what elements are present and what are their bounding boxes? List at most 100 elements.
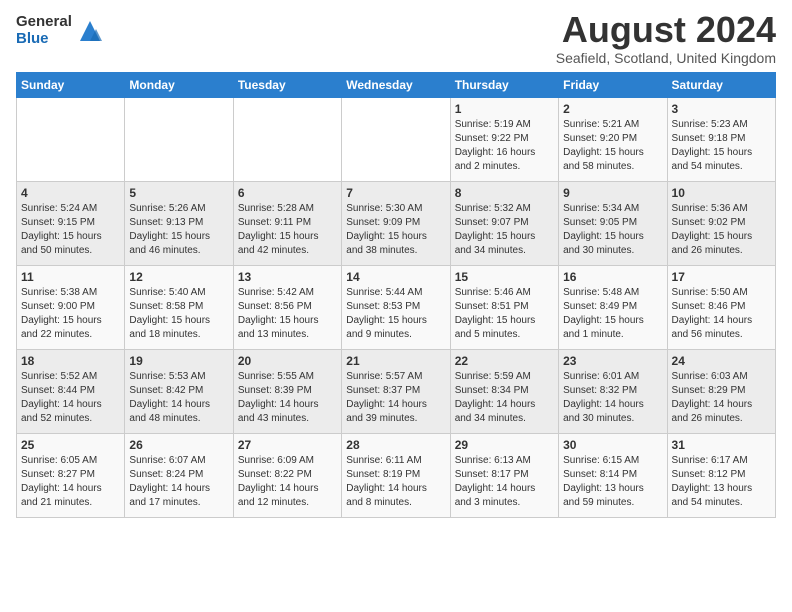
day-number: 19 [129,354,228,368]
calendar-cell: 30 Sunrise: 6:15 AMSunset: 8:14 PMDayligh… [559,433,667,517]
calendar-cell: 13Sunrise: 5:42 AMSunset: 8:56 PMDayligh… [233,265,341,349]
day-info: Sunrise: 6:03 AMSunset: 8:29 PMDaylight:… [672,370,771,426]
day-info: Sunrise: 5:38 AMSunset: 9:00 PMDaylight:… [21,286,120,342]
day-info: Sunrise: 5:28 AMSunset: 9:11 PMDaylight:… [238,202,337,258]
day-info: Sunrise: 5:50 AMSunset: 8:46 PMDaylight:… [672,286,771,342]
day-info: Sunrise: 5:52 AMSunset: 8:44 PMDaylight:… [21,370,120,426]
day-info: Sunrise: 6:15 AMSunset: 8:14 PMDaylight:… [563,454,662,510]
day-number: 28 [346,438,445,452]
day-number: 21 [346,354,445,368]
day-number: 6 [238,186,337,200]
calendar-cell: 22 Sunrise: 5:59 AMSunset: 8:34 PMDayligh… [450,349,558,433]
logo: General Blue [16,14,104,47]
logo-general: General [16,14,72,31]
day-info: Sunrise: 5:24 AMSunset: 9:15 PMDaylight:… [21,202,120,258]
logo-blue: Blue [16,31,72,48]
day-number: 20 [238,354,337,368]
day-number: 15 [455,270,554,284]
day-number: 29 [455,438,554,452]
day-number: 2 [563,102,662,116]
day-info: Sunrise: 6:09 AMSunset: 8:22 PMDaylight:… [238,454,337,510]
day-info: Sunrise: 5:44 AMSunset: 8:53 PMDaylight:… [346,286,445,342]
day-info: Sunrise: 6:07 AMSunset: 8:24 PMDaylight:… [129,454,228,510]
calendar-cell: 16 Sunrise: 5:48 AMSunset: 8:49 PMDayligh… [559,265,667,349]
calendar-cell [233,97,341,181]
day-number: 17 [672,270,771,284]
calendar-week-3: 11 Sunrise: 5:38 AMSunset: 9:00 PMDayligh… [17,265,776,349]
day-info: Sunrise: 5:53 AMSunset: 8:42 PMDaylight:… [129,370,228,426]
day-number: 5 [129,186,228,200]
calendar-week-4: 18 Sunrise: 5:52 AMSunset: 8:44 PMDayligh… [17,349,776,433]
day-number: 27 [238,438,337,452]
day-info: Sunrise: 5:19 AMSunset: 9:22 PMDaylight:… [455,118,554,174]
calendar-week-1: 1 Sunrise: 5:19 AMSunset: 9:22 PMDaylight… [17,97,776,181]
day-info: Sunrise: 5:40 AMSunset: 8:58 PMDaylight:… [129,286,228,342]
day-info: Sunrise: 5:34 AMSunset: 9:05 PMDaylight:… [563,202,662,258]
calendar-week-2: 4 Sunrise: 5:24 AMSunset: 9:15 PMDaylight… [17,181,776,265]
day-info: Sunrise: 5:48 AMSunset: 8:49 PMDaylight:… [563,286,662,342]
calendar-cell: 10 Sunrise: 5:36 AMSunset: 9:02 PMDayligh… [667,181,775,265]
calendar-cell: 17 Sunrise: 5:50 AMSunset: 8:46 PMDayligh… [667,265,775,349]
day-number: 10 [672,186,771,200]
calendar-cell: 8Sunrise: 5:32 AMSunset: 9:07 PMDaylight… [450,181,558,265]
calendar-cell: 6 Sunrise: 5:28 AMSunset: 9:11 PMDaylight… [233,181,341,265]
calendar-cell: 28Sunrise: 6:11 AMSunset: 8:19 PMDayligh… [342,433,450,517]
calendar-week-5: 25Sunrise: 6:05 AMSunset: 8:27 PMDayligh… [17,433,776,517]
calendar-cell: 5Sunrise: 5:26 AMSunset: 9:13 PMDaylight… [125,181,233,265]
day-info: Sunrise: 5:36 AMSunset: 9:02 PMDaylight:… [672,202,771,258]
calendar-header-friday: Friday [559,72,667,97]
calendar-cell: 24Sunrise: 6:03 AMSunset: 8:29 PMDayligh… [667,349,775,433]
calendar-table: SundayMondayTuesdayWednesdayThursdayFrid… [16,72,776,518]
calendar-cell: 4 Sunrise: 5:24 AMSunset: 9:15 PMDaylight… [17,181,125,265]
calendar-cell: 12 Sunrise: 5:40 AMSunset: 8:58 PMDayligh… [125,265,233,349]
day-info: Sunrise: 5:59 AMSunset: 8:34 PMDaylight:… [455,370,554,426]
day-number: 25 [21,438,120,452]
day-info: Sunrise: 5:46 AMSunset: 8:51 PMDaylight:… [455,286,554,342]
day-number: 23 [563,354,662,368]
title-block: August 2024 Seafield, Scotland, United K… [556,10,776,66]
calendar-cell: 19 Sunrise: 5:53 AMSunset: 8:42 PMDayligh… [125,349,233,433]
day-info: Sunrise: 6:13 AMSunset: 8:17 PMDaylight:… [455,454,554,510]
calendar-cell: 20Sunrise: 5:55 AMSunset: 8:39 PMDayligh… [233,349,341,433]
day-info: Sunrise: 5:23 AMSunset: 9:18 PMDaylight:… [672,118,771,174]
calendar-cell: 18 Sunrise: 5:52 AMSunset: 8:44 PMDayligh… [17,349,125,433]
day-number: 30 [563,438,662,452]
calendar-cell: 21Sunrise: 5:57 AMSunset: 8:37 PMDayligh… [342,349,450,433]
day-number: 22 [455,354,554,368]
calendar-cell: 29 Sunrise: 6:13 AMSunset: 8:17 PMDayligh… [450,433,558,517]
day-number: 11 [21,270,120,284]
calendar-cell: 25Sunrise: 6:05 AMSunset: 8:27 PMDayligh… [17,433,125,517]
calendar-header-sunday: Sunday [17,72,125,97]
calendar-cell: 31Sunrise: 6:17 AMSunset: 8:12 PMDayligh… [667,433,775,517]
calendar-cell [342,97,450,181]
calendar-cell: 2Sunrise: 5:21 AMSunset: 9:20 PMDaylight… [559,97,667,181]
calendar-header-row: SundayMondayTuesdayWednesdayThursdayFrid… [17,72,776,97]
calendar-header-thursday: Thursday [450,72,558,97]
main-title: August 2024 [556,10,776,50]
day-number: 18 [21,354,120,368]
day-number: 12 [129,270,228,284]
logo-icon [76,17,104,45]
page: General Blue August 2024 Seafield, Scotl… [0,0,792,612]
calendar-cell: 14Sunrise: 5:44 AMSunset: 8:53 PMDayligh… [342,265,450,349]
subtitle: Seafield, Scotland, United Kingdom [556,50,776,66]
calendar-header-wednesday: Wednesday [342,72,450,97]
day-number: 9 [563,186,662,200]
calendar-cell [17,97,125,181]
day-number: 1 [455,102,554,116]
day-number: 16 [563,270,662,284]
calendar-cell: 23Sunrise: 6:01 AMSunset: 8:32 PMDayligh… [559,349,667,433]
calendar-cell: 3 Sunrise: 5:23 AMSunset: 9:18 PMDaylight… [667,97,775,181]
calendar-cell: 11 Sunrise: 5:38 AMSunset: 9:00 PMDayligh… [17,265,125,349]
day-number: 3 [672,102,771,116]
calendar-cell: 7 Sunrise: 5:30 AMSunset: 9:09 PMDaylight… [342,181,450,265]
day-info: Sunrise: 6:17 AMSunset: 8:12 PMDaylight:… [672,454,771,510]
day-number: 7 [346,186,445,200]
day-number: 4 [21,186,120,200]
calendar-cell [125,97,233,181]
day-info: Sunrise: 5:30 AMSunset: 9:09 PMDaylight:… [346,202,445,258]
calendar-cell: 9 Sunrise: 5:34 AMSunset: 9:05 PMDaylight… [559,181,667,265]
calendar-cell: 1 Sunrise: 5:19 AMSunset: 9:22 PMDaylight… [450,97,558,181]
day-number: 8 [455,186,554,200]
day-number: 13 [238,270,337,284]
